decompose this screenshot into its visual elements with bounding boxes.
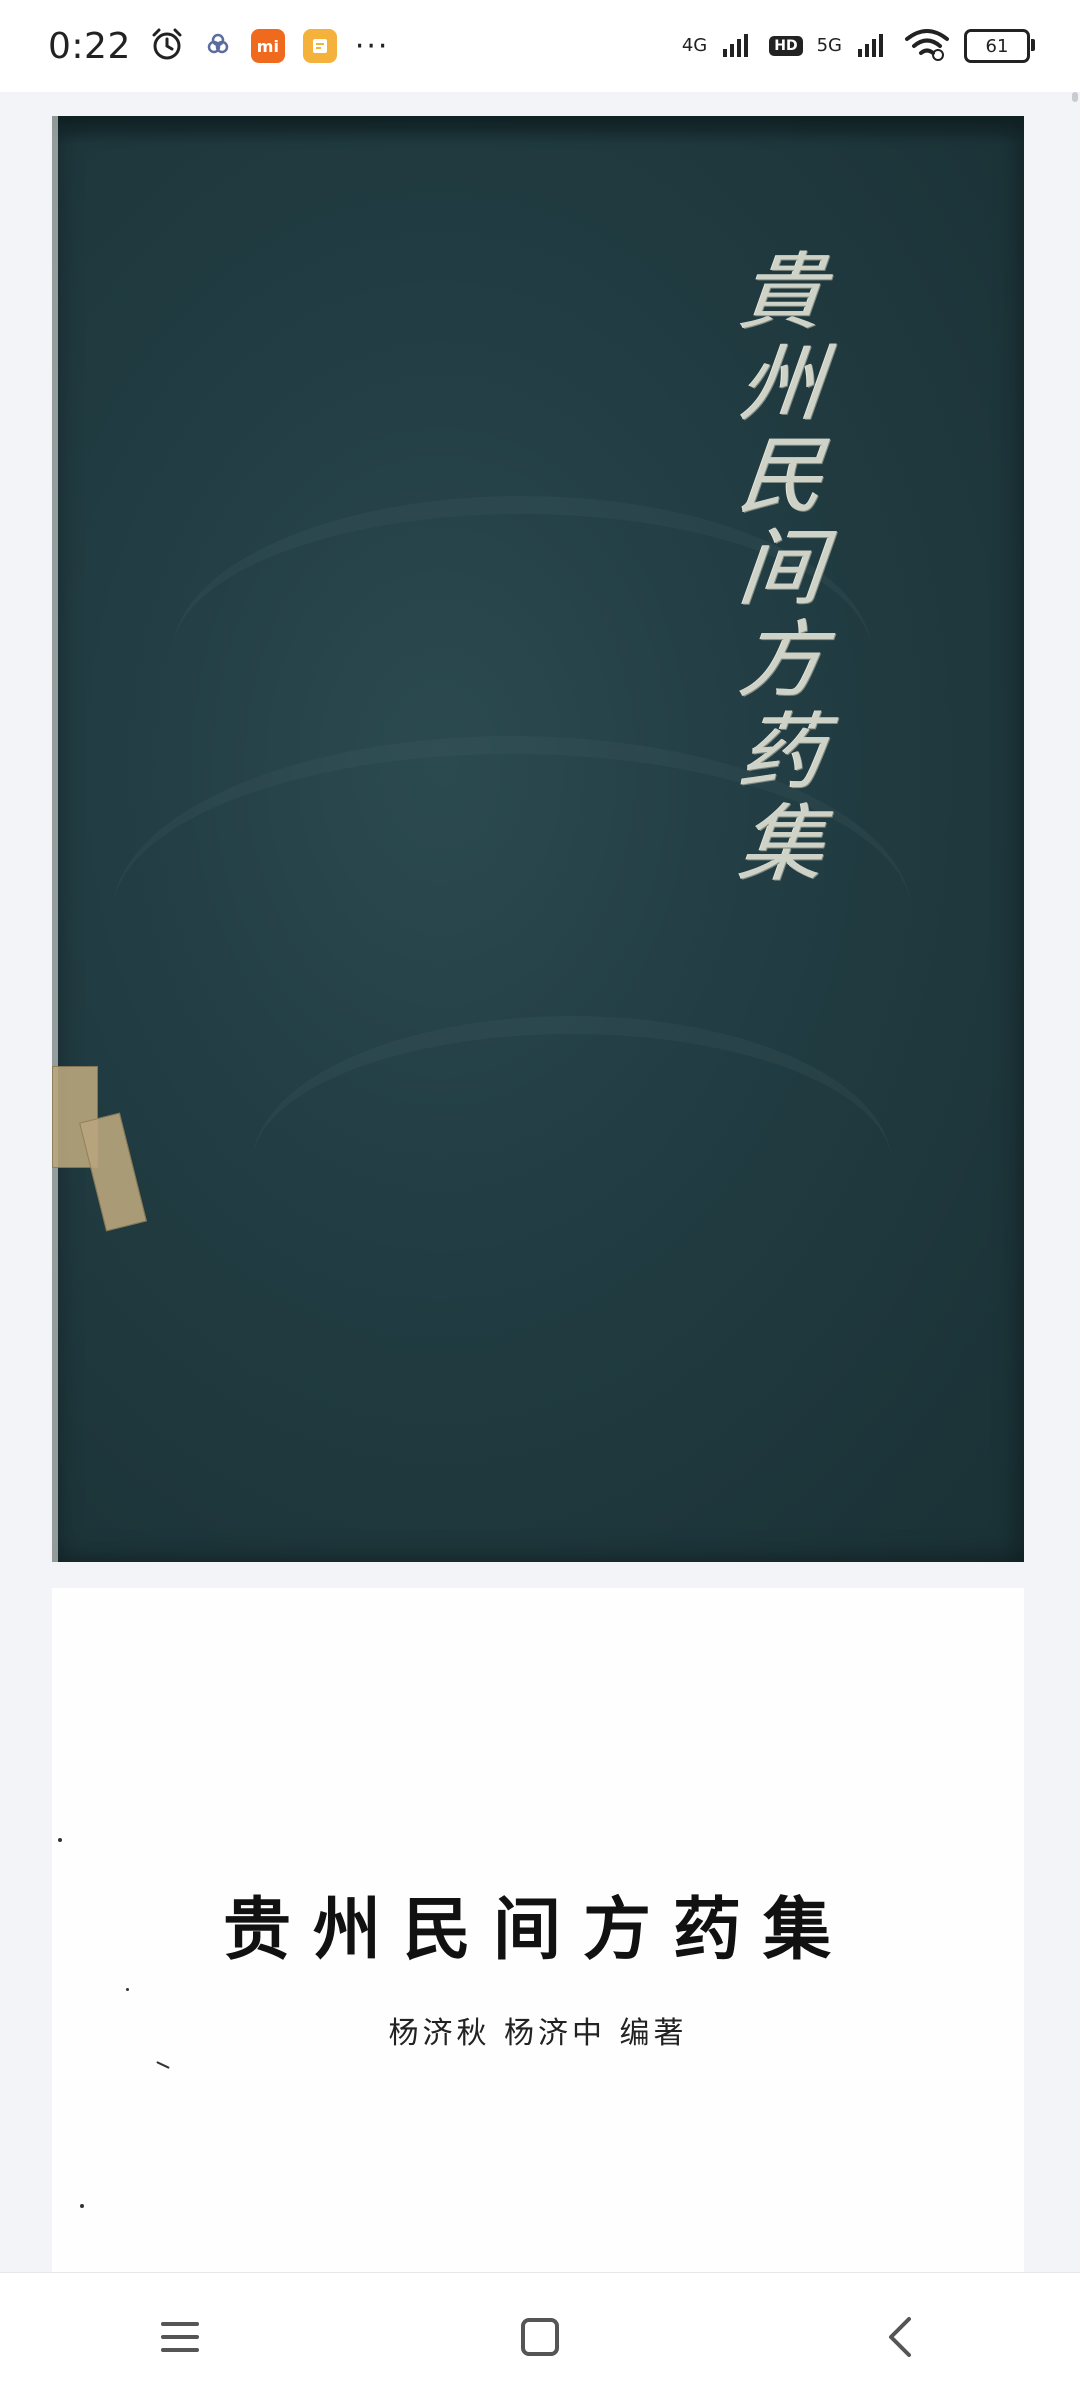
cover-top-shade [52, 116, 1024, 144]
cover-texture-3 [252, 1016, 892, 1314]
mi-app-icon: mi [250, 29, 285, 63]
menu-icon [161, 2322, 199, 2352]
wifi-icon [904, 27, 950, 65]
cover-title-char: 药 [734, 703, 830, 801]
tape-strip-2 [79, 1112, 147, 1232]
title-page-heading: 贵州民间方药集 [222, 1890, 853, 1970]
back-icon [889, 2317, 911, 2357]
page-speck [156, 2061, 170, 2069]
alarm-icon [149, 26, 185, 66]
scrollbar[interactable] [1072, 92, 1078, 102]
cover-title-char: 民 [734, 427, 830, 525]
title-page-authors: 杨济秋 杨济中 编著 [388, 2016, 688, 2051]
battery-level: 61 [985, 35, 1009, 57]
page-speck [80, 2204, 84, 2208]
cover-title-char: 方 [734, 611, 830, 709]
book-cover-page: 貴 州 民 间 方 药 集 [52, 116, 1024, 1562]
cloud-sync-icon [203, 29, 233, 63]
navigation-bar [0, 2272, 1080, 2401]
status-time: 0:22 [48, 25, 131, 67]
overflow-indicator: ··· [354, 28, 390, 64]
cover-spine-edge [52, 116, 58, 1562]
network-4g-label: 4G [681, 35, 708, 56]
cover-title-char: 州 [734, 335, 830, 433]
cover-title-char: 间 [734, 519, 830, 617]
hd-badge: HD [769, 36, 803, 56]
status-bar: 0:22 mi ··· 4G HD 5G 61 [0, 0, 1080, 92]
cover-title-char: 集 [734, 795, 830, 893]
cover-title-char: 貴 [734, 243, 830, 341]
back-button[interactable] [855, 2292, 945, 2382]
document-viewer[interactable]: 貴 州 民 间 方 药 集 贵州民间方药集 杨济秋 杨济中 编著 [0, 92, 1080, 2272]
home-icon [521, 2318, 559, 2356]
cover-title: 貴 州 民 间 方 药 集 [692, 243, 872, 893]
menu-button[interactable] [135, 2292, 225, 2382]
notes-app-icon [302, 29, 337, 63]
page-speck [126, 1988, 129, 1991]
home-button[interactable] [495, 2292, 585, 2382]
battery-icon: 61 [964, 29, 1035, 63]
title-page: 贵州民间方药集 杨济秋 杨济中 编著 [52, 1588, 1024, 2272]
page-speck [58, 1838, 62, 1842]
network-5g-label: 5G [816, 35, 842, 56]
signal-icon-2 [856, 31, 890, 61]
signal-icon [721, 31, 755, 61]
